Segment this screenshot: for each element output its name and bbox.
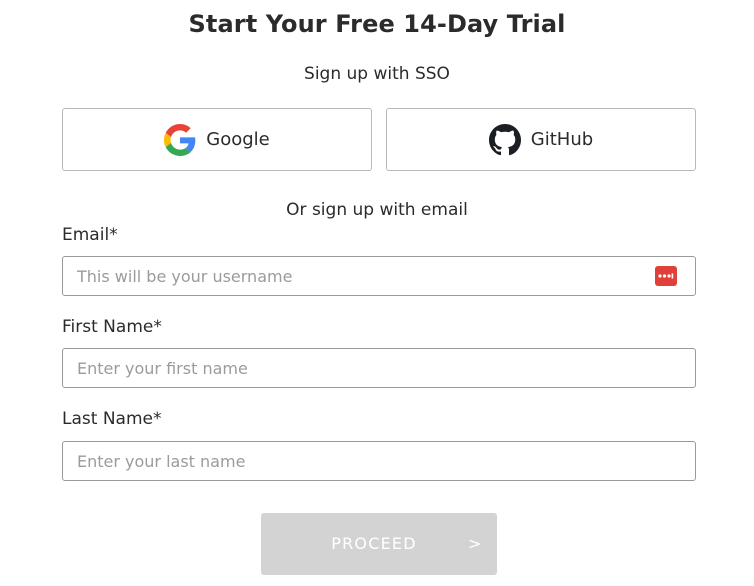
password-manager-icon[interactable] <box>655 266 677 286</box>
github-sso-button[interactable]: GitHub <box>386 108 696 171</box>
email-label: Email* <box>62 225 118 245</box>
proceed-button[interactable]: PROCEED > <box>261 513 497 575</box>
email-input[interactable] <box>62 256 696 296</box>
last-name-label: Last Name* <box>62 409 162 429</box>
google-icon <box>164 123 196 156</box>
page-title: Start Your Free 14-Day Trial <box>188 10 566 38</box>
google-label: Google <box>206 129 270 150</box>
first-name-input[interactable] <box>62 348 696 388</box>
sso-label: Sign up with SSO <box>304 64 450 84</box>
first-name-label: First Name* <box>62 317 162 337</box>
chevron-right-icon: > <box>468 534 482 553</box>
last-name-input[interactable] <box>62 441 696 481</box>
google-sso-button[interactable]: Google <box>62 108 372 171</box>
email-signup-divider: Or sign up with email <box>286 200 468 220</box>
github-label: GitHub <box>530 129 594 150</box>
proceed-label: PROCEED <box>331 534 417 553</box>
github-icon <box>488 123 521 156</box>
